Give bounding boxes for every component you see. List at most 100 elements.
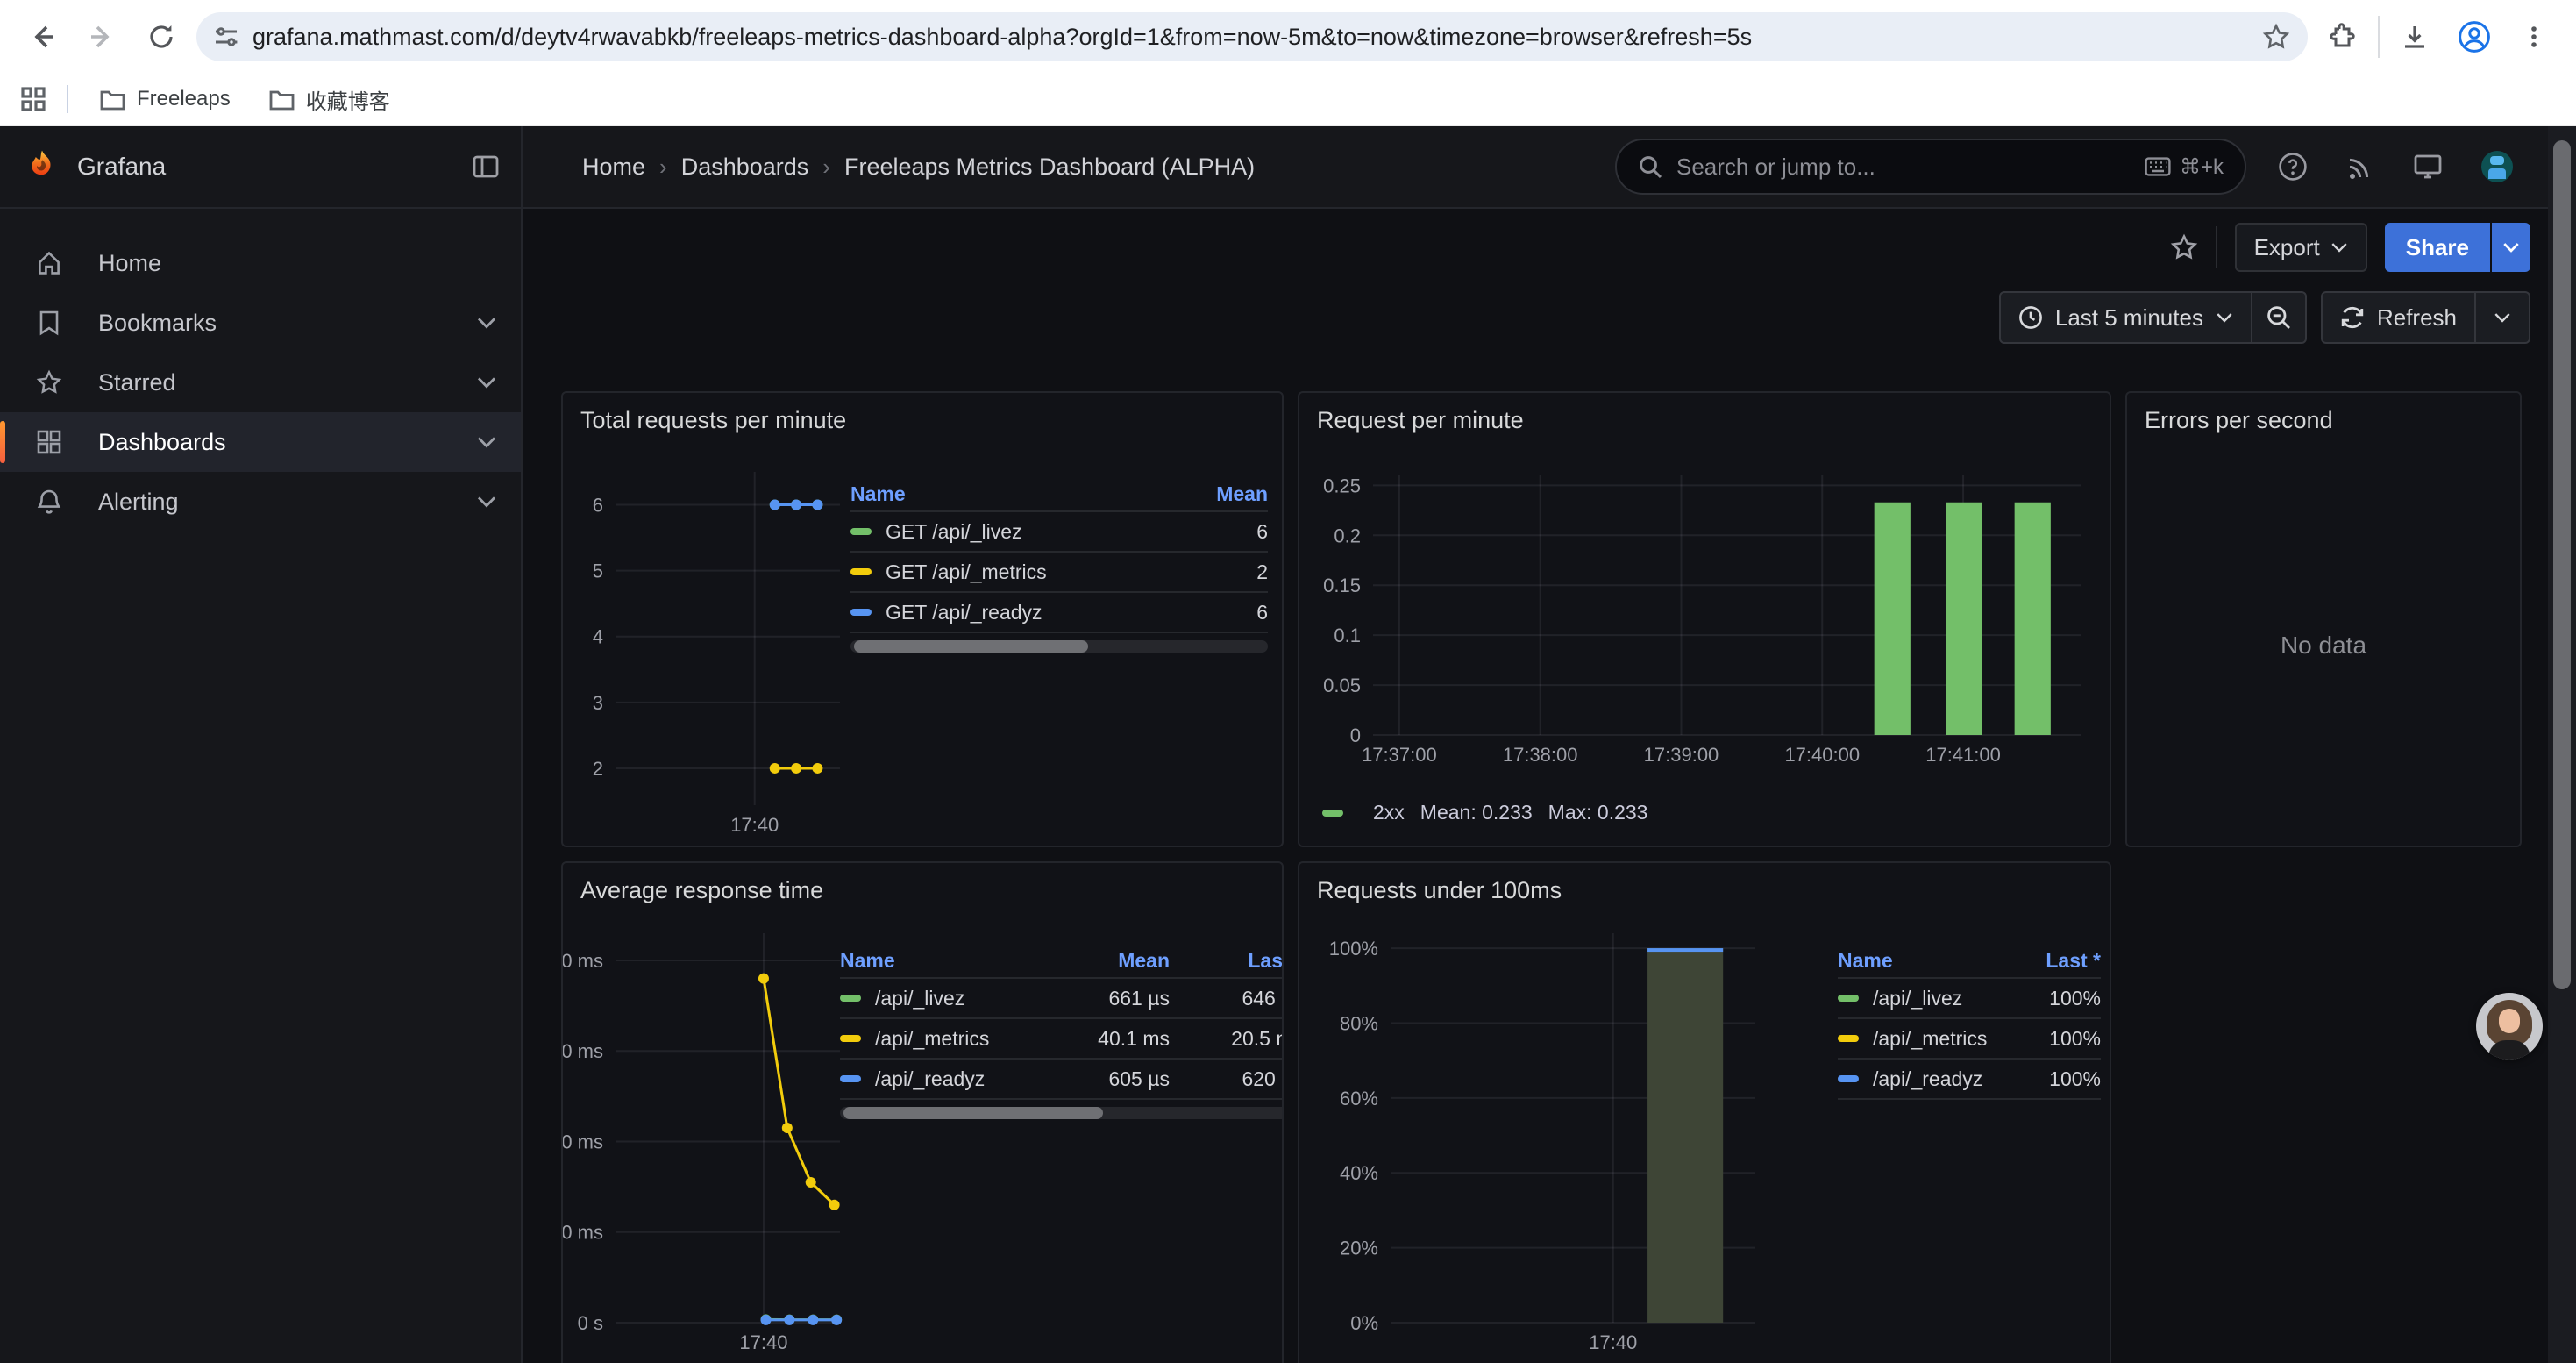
page-scrollbar-thumb[interactable] bbox=[2553, 140, 2571, 989]
refresh-group: Refresh bbox=[2321, 291, 2530, 344]
sidebar-item-label: Bookmarks bbox=[98, 310, 477, 337]
legend-scrollbar-thumb[interactable] bbox=[843, 1107, 1103, 1119]
legend-scrollbar[interactable] bbox=[850, 640, 1268, 653]
rss-icon[interactable] bbox=[2346, 153, 2374, 181]
svg-text:3: 3 bbox=[593, 692, 603, 714]
panel-title[interactable]: Errors per second bbox=[2127, 393, 2520, 434]
chevron-down-icon[interactable] bbox=[477, 317, 496, 329]
svg-text:17:38:00: 17:38:00 bbox=[1503, 744, 1578, 766]
legend-series-name[interactable]: /api/_metrics bbox=[840, 1019, 1047, 1060]
search-input[interactable]: Search or jump to... ⌘+k bbox=[1615, 139, 2246, 195]
time-range-picker[interactable]: Last 5 minutes bbox=[2001, 293, 2251, 342]
svg-text:100%: 100% bbox=[1329, 938, 1378, 960]
back-icon[interactable] bbox=[18, 12, 67, 61]
refresh-interval-button[interactable] bbox=[2476, 293, 2529, 342]
grafana-brand: Grafana bbox=[77, 153, 166, 181]
chevron-down-icon[interactable] bbox=[477, 496, 496, 508]
series-swatch bbox=[1838, 1035, 1859, 1042]
help-icon[interactable] bbox=[2278, 152, 2308, 182]
sidebar-item-bookmarks[interactable]: Bookmarks bbox=[0, 293, 521, 353]
series-swatch bbox=[840, 995, 861, 1002]
legend-header-mean[interactable]: Mean bbox=[1047, 944, 1170, 979]
legend-series-name[interactable]: GET /api/_readyz bbox=[850, 593, 1180, 633]
share-button[interactable]: Share bbox=[2385, 223, 2490, 272]
legend-scrollbar-thumb[interactable] bbox=[854, 640, 1088, 653]
legend-series-name[interactable]: /api/_readyz bbox=[1838, 1060, 2020, 1100]
sidebar-item-label: Dashboards bbox=[98, 429, 477, 456]
menu-kebab-icon[interactable] bbox=[2509, 12, 2558, 61]
legend-header-name[interactable]: Name bbox=[840, 944, 1047, 979]
sidebar-item-starred[interactable]: Starred bbox=[0, 353, 521, 412]
chevron-down-icon bbox=[2494, 312, 2511, 323]
monitor-icon[interactable] bbox=[2413, 153, 2443, 181]
site-info-icon[interactable] bbox=[214, 25, 238, 49]
time-controls: Last 5 minutes Refresh bbox=[1999, 291, 2530, 344]
svg-text:20%: 20% bbox=[1340, 1238, 1378, 1260]
sidebar-item-dashboards[interactable]: Dashboards bbox=[0, 412, 521, 472]
legend-header-name[interactable]: Name bbox=[1838, 944, 2020, 979]
dashboard-content: Export Share Last 5 minutes bbox=[524, 209, 2576, 1363]
legend-header-last-[interactable]: Last * bbox=[2020, 944, 2101, 979]
legend-header-last-[interactable]: Last * bbox=[1170, 944, 1284, 979]
svg-text:5: 5 bbox=[593, 560, 603, 582]
bookmark-folder-freeleaps[interactable]: Freeleaps bbox=[89, 82, 241, 117]
svg-text:0.05: 0.05 bbox=[1323, 674, 1361, 696]
profile-icon[interactable] bbox=[2450, 12, 2499, 61]
url-bar[interactable]: grafana.mathmast.com/d/deytv4rwavabkb/fr… bbox=[196, 12, 2308, 61]
floating-assistant-avatar[interactable] bbox=[2476, 993, 2543, 1060]
chevron-down-icon bbox=[2216, 312, 2233, 323]
url-text[interactable]: grafana.mathmast.com/d/deytv4rwavabkb/fr… bbox=[253, 24, 2248, 51]
requests-under-100ms-chart[interactable]: 0%20%40%60%80%100%17:40 bbox=[1299, 863, 2111, 1363]
refresh-button[interactable]: Refresh bbox=[2323, 293, 2474, 342]
share-menu-button[interactable] bbox=[2492, 223, 2530, 272]
reload-icon[interactable] bbox=[137, 12, 186, 61]
bookmark-folder-blogs[interactable]: 收藏博客 bbox=[259, 79, 401, 120]
chevron-down-icon[interactable] bbox=[477, 436, 496, 448]
legend-header-name[interactable]: Name bbox=[850, 477, 1180, 512]
request-per-minute-chart[interactable]: 00.050.10.150.20.2517:37:0017:38:0017:39… bbox=[1299, 393, 2111, 847]
bookmark-star-icon[interactable] bbox=[2262, 23, 2290, 51]
grafana-logo[interactable] bbox=[25, 149, 60, 184]
legend-header-mean[interactable]: Mean bbox=[1180, 477, 1268, 512]
legend-series-name[interactable]: GET /api/_livez bbox=[850, 512, 1180, 553]
apps-grid-icon bbox=[0, 429, 98, 455]
legend-series-value: 40.1 ms bbox=[1047, 1019, 1170, 1060]
legend-series-name[interactable]: /api/_livez bbox=[1838, 979, 2020, 1019]
svg-text:60%: 60% bbox=[1340, 1088, 1378, 1110]
favorite-star-icon[interactable] bbox=[2170, 233, 2198, 261]
forward-icon[interactable] bbox=[77, 12, 126, 61]
legend-series-name[interactable]: /api/_livez bbox=[840, 979, 1047, 1019]
extensions-icon[interactable] bbox=[2318, 12, 2367, 61]
user-avatar[interactable] bbox=[2481, 151, 2513, 182]
zoom-out-button[interactable] bbox=[2252, 293, 2305, 342]
sidebar-toggle-icon[interactable] bbox=[472, 153, 500, 181]
breadcrumb-dashboards[interactable]: Dashboards bbox=[681, 153, 809, 181]
export-button[interactable]: Export bbox=[2235, 223, 2367, 272]
browser-toolbar: grafana.mathmast.com/d/deytv4rwavabkb/fr… bbox=[0, 0, 2576, 74]
legend-series-value: 620 µs bbox=[1170, 1060, 1284, 1100]
legend-table: NameLast */api/_livez100%/api/_metrics10… bbox=[1838, 944, 2101, 1100]
refresh-label: Refresh bbox=[2377, 304, 2457, 332]
svg-text:0.2: 0.2 bbox=[1334, 525, 1361, 546]
legend-series-value: 6 bbox=[1180, 512, 1268, 553]
downloads-icon[interactable] bbox=[2390, 12, 2439, 61]
bookmarks-bar: Freeleaps 收藏博客 bbox=[0, 74, 2576, 126]
search-icon bbox=[1638, 154, 1662, 179]
bell-icon bbox=[0, 489, 98, 515]
sidebar-item-label: Home bbox=[98, 250, 496, 277]
legend-series-name[interactable]: /api/_metrics bbox=[1838, 1019, 2020, 1060]
search-shortcut: ⌘+k bbox=[2145, 154, 2224, 180]
share-split-button: Share bbox=[2385, 223, 2530, 272]
legend-series-name[interactable]: /api/_readyz bbox=[840, 1060, 1047, 1100]
apps-grid-icon[interactable] bbox=[21, 87, 46, 111]
avatar-face bbox=[2499, 1009, 2520, 1033]
sidebar-item-home[interactable]: Home bbox=[0, 233, 521, 293]
breadcrumb-home[interactable]: Home bbox=[582, 153, 645, 181]
chevron-down-icon[interactable] bbox=[477, 376, 496, 389]
sidebar-item-alerting[interactable]: Alerting bbox=[0, 472, 521, 532]
sidebar-item-label: Alerting bbox=[98, 489, 477, 516]
legend-scrollbar[interactable] bbox=[840, 1107, 1284, 1119]
refresh-icon bbox=[2340, 305, 2365, 330]
legend-series-name[interactable]: GET /api/_metrics bbox=[850, 553, 1180, 593]
grafana-header-left: Grafana bbox=[0, 126, 523, 207]
